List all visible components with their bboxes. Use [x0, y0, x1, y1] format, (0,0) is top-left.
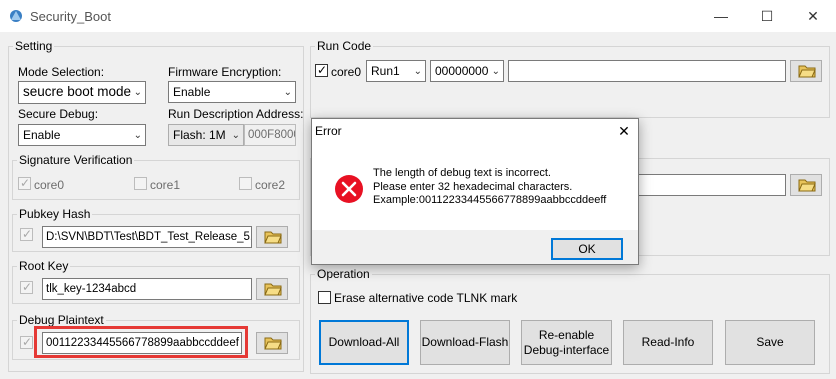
secure-debug-value: Enable: [23, 128, 61, 142]
check-icon: ✓: [22, 227, 33, 241]
secondary-browse-button[interactable]: [790, 174, 822, 196]
chevron-down-icon: ⌄: [413, 66, 422, 77]
folder-icon: [264, 283, 282, 296]
run-description-address[interactable]: 000F8000: [244, 124, 296, 146]
error-icon: [335, 175, 363, 203]
reenable-label-line2: Debug-interface: [523, 342, 610, 357]
error-dialog: Error ✕ The length of debug text is inco…: [311, 118, 639, 265]
secure-debug-combo[interactable]: Enable ⌄: [18, 124, 146, 146]
folder-icon: [264, 231, 282, 244]
read-info-label: Read-Info: [641, 335, 695, 350]
signature-core2-checkbox[interactable]: [239, 177, 252, 190]
check-icon: ✓: [22, 280, 33, 294]
signature-verification-label: Signature Verification: [17, 153, 135, 167]
download-all-label: Download-All: [328, 335, 400, 350]
dialog-message-line3: Example:00112233445566778899aabbccddeeff: [373, 194, 607, 206]
run-code-label: Run Code: [315, 39, 374, 53]
run-description-combo-value: Flash: 1M: [173, 128, 226, 142]
pubkey-hash-label: Pubkey Hash: [17, 207, 93, 221]
check-icon: ✓: [20, 176, 31, 190]
run-select-combo[interactable]: Run1 ⌄: [366, 60, 426, 82]
mode-selection-combo[interactable]: seucre boot mode ⌄: [18, 81, 146, 104]
highlight-box: [34, 326, 248, 358]
firmware-encryption-combo[interactable]: Enable ⌄: [168, 81, 296, 103]
download-all-button[interactable]: Download-All: [319, 320, 409, 365]
check-icon: ✓: [317, 63, 328, 77]
download-flash-label: Download-Flash: [421, 335, 509, 350]
root-key-browse-button[interactable]: [256, 278, 288, 300]
mode-selection-label: Mode Selection:: [18, 65, 105, 79]
reenable-label-line1: Re-enable: [538, 328, 595, 343]
read-info-button[interactable]: Read-Info: [623, 320, 713, 365]
close-button[interactable]: ✕: [790, 0, 836, 32]
firmware-encryption-value: Enable: [173, 85, 211, 99]
secure-debug-label: Secure Debug:: [18, 107, 99, 121]
run-description-combo[interactable]: Flash: 1M ⌄: [168, 124, 244, 146]
save-button[interactable]: Save: [725, 320, 815, 365]
pubkey-browse-button[interactable]: [256, 226, 288, 248]
dialog-message-line1: The length of debug text is incorrect.: [373, 167, 551, 179]
run-description-label: Run Description Address:: [168, 107, 304, 121]
dialog-ok-label: OK: [578, 241, 596, 256]
chevron-down-icon: ⌄: [133, 130, 142, 141]
run-select-value: Run1: [371, 64, 400, 78]
mode-selection-value: seucre boot mode: [23, 84, 132, 99]
secondary-path-input[interactable]: [636, 174, 786, 196]
root-key-input[interactable]: tlk_key-1234abcd: [42, 278, 252, 300]
signature-core1-checkbox[interactable]: [134, 177, 147, 190]
signature-core1-label: core1: [150, 178, 181, 192]
debug-plaintext-label: Debug Plaintext: [17, 313, 106, 327]
pubkey-hash-path-input[interactable]: D:\SVN\BDT\Test\BDT_Test_Release_5.7.4: [42, 226, 252, 248]
run-code-path-input[interactable]: [508, 60, 786, 82]
run-address-combo[interactable]: 00000000 ⌄: [430, 60, 504, 82]
debug-plaintext-checkbox[interactable]: ✓: [20, 335, 33, 349]
save-label: Save: [756, 335, 784, 350]
dialog-close-button[interactable]: ✕: [612, 123, 636, 141]
chevron-down-icon: ⌄: [491, 66, 500, 77]
dialog-message-line2: Please enter 32 hexadecimal characters.: [373, 180, 573, 193]
maximize-button[interactable]: ☐: [744, 0, 790, 32]
dialog-message: The length of debug text is incorrect. P…: [373, 167, 606, 208]
run-code-browse-button[interactable]: [790, 60, 822, 82]
dialog-ok-button[interactable]: OK: [551, 238, 623, 260]
root-key-label: Root Key: [17, 259, 71, 273]
dialog-footer: OK: [312, 230, 638, 264]
signature-core2-label: core2: [255, 178, 286, 192]
run-code-core0-label: core0: [331, 65, 362, 79]
folder-icon: [798, 179, 816, 192]
folder-icon: [264, 337, 282, 350]
folder-icon: [798, 65, 816, 78]
firmware-encryption-label: Firmware Encryption:: [168, 65, 282, 79]
run-code-core0-checkbox[interactable]: ✓: [315, 63, 328, 77]
download-flash-button[interactable]: Download-Flash: [420, 320, 510, 365]
title-bar: Security_Boot — ☐ ✕: [0, 0, 836, 32]
erase-tlnk-checkbox[interactable]: [318, 291, 331, 304]
reenable-debug-interface-button[interactable]: Re-enable Debug-interface: [521, 320, 612, 365]
erase-tlnk-label: Erase alternative code TLNK mark: [334, 291, 518, 305]
setting-group-label: Setting: [13, 39, 55, 53]
chevron-down-icon: ⌄: [231, 130, 240, 141]
debug-plaintext-browse-button[interactable]: [256, 332, 288, 354]
dialog-title: Error: [315, 124, 342, 138]
minimize-button[interactable]: —: [698, 0, 744, 32]
chevron-down-icon: ⌄: [283, 87, 292, 98]
root-key-checkbox[interactable]: ✓: [20, 280, 33, 294]
run-address-value: 00000000: [435, 64, 489, 78]
pubkey-hash-checkbox[interactable]: ✓: [20, 227, 33, 241]
window-title: Security_Boot: [30, 9, 111, 24]
chevron-down-icon: ⌄: [133, 87, 142, 98]
signature-core0-label: core0: [34, 178, 65, 192]
signature-core0-checkbox[interactable]: ✓: [18, 176, 31, 190]
check-icon: ✓: [22, 335, 33, 349]
app-icon: [10, 10, 22, 22]
operation-label: Operation: [315, 267, 372, 281]
run-code-group: Run Code: [310, 39, 830, 118]
